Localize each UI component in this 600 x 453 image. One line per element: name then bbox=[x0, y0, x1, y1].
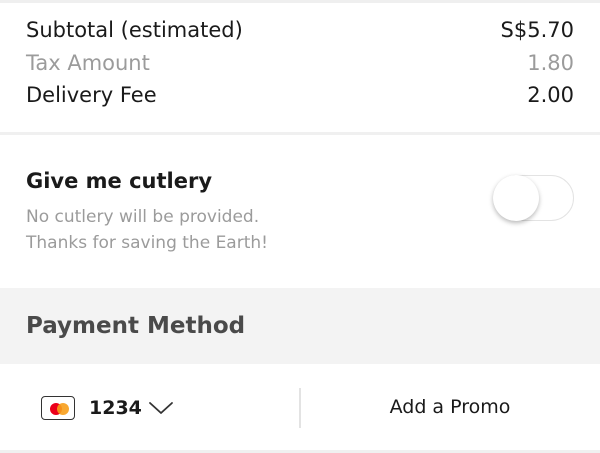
tax-label: Tax Amount bbox=[26, 51, 150, 75]
chevron-down-icon[interactable] bbox=[148, 400, 174, 416]
card-number[interactable]: 1234 bbox=[89, 397, 142, 419]
tax-row: Tax Amount 1.80 bbox=[26, 48, 574, 78]
subtotal-value: S$5.70 bbox=[500, 18, 574, 42]
mastercard-yellow-circle bbox=[57, 403, 69, 415]
delivery-fee-label: Delivery Fee bbox=[26, 83, 157, 107]
payment-method-title: Payment Method bbox=[26, 313, 246, 339]
mastercard-icon[interactable] bbox=[41, 396, 75, 420]
subtotal-row: Subtotal (estimated) S$5.70 bbox=[26, 15, 574, 45]
delivery-fee-row: Delivery Fee 2.00 bbox=[26, 80, 574, 110]
top-divider bbox=[0, 0, 600, 3]
cutlery-description-line2: Thanks for saving the Earth! bbox=[26, 233, 268, 253]
add-promo-button[interactable]: Add a Promo bbox=[300, 396, 600, 418]
toggle-knob bbox=[493, 175, 539, 221]
cutlery-toggle[interactable] bbox=[493, 175, 574, 221]
delivery-fee-value: 2.00 bbox=[527, 83, 574, 107]
cutlery-description-line1: No cutlery will be provided. bbox=[26, 207, 260, 227]
subtotal-label: Subtotal (estimated) bbox=[26, 18, 243, 42]
payment-method-header: Payment Method bbox=[0, 288, 600, 364]
cutlery-description: No cutlery will be provided. Thanks for … bbox=[26, 204, 268, 256]
section-divider bbox=[0, 132, 600, 135]
tax-value: 1.80 bbox=[527, 51, 574, 75]
cutlery-title: Give me cutlery bbox=[26, 169, 213, 193]
